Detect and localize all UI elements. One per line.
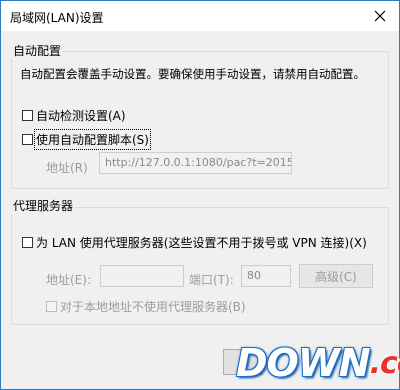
close-icon bbox=[374, 10, 386, 22]
auto-detect-checkbox[interactable]: 自动检测设置(A) bbox=[22, 107, 126, 124]
script-address-label: 地址(R) bbox=[46, 161, 88, 175]
proxy-port-input[interactable]: 80 bbox=[241, 265, 291, 287]
auto-config-description: 自动配置会覆盖手动设置。要确保使用手动设置，请禁用自动配置。 bbox=[20, 67, 365, 81]
title-bar: 局域网(LAN)设置 bbox=[1, 1, 399, 31]
use-proxy-checkbox[interactable]: 为 LAN 使用代理服务器(这些设置不用于拨号或 VPN 连接)(X) bbox=[22, 234, 367, 251]
use-script-label: 使用自动配置脚本(S) bbox=[34, 129, 151, 150]
watermark-suffix: .cc bbox=[369, 345, 400, 381]
lan-settings-dialog: 局域网(LAN)设置 自动配置 自动配置会覆盖手动设置。要确保使用手动设置，请禁… bbox=[0, 0, 400, 390]
auto-config-group-title: 自动配置 bbox=[11, 42, 64, 59]
checkbox-box[interactable] bbox=[22, 237, 33, 248]
checkbox-box[interactable] bbox=[46, 301, 57, 312]
script-address-input[interactable]: http://127.0.0.1:1080/pac?t=2015123 bbox=[99, 152, 292, 174]
watermark-text: DOWN bbox=[236, 341, 371, 385]
use-proxy-label: 为 LAN 使用代理服务器(这些设置不用于拨号或 VPN 连接)(X) bbox=[36, 236, 367, 250]
checkbox-box[interactable] bbox=[22, 134, 33, 145]
checkbox-box[interactable] bbox=[22, 110, 33, 121]
watermark-logo: DOWN .cc bbox=[236, 336, 400, 390]
bypass-local-label: 对于本地地址不使用代理服务器(B) bbox=[60, 300, 246, 314]
proxy-address-label: 地址(E): bbox=[46, 273, 91, 287]
proxy-group-title: 代理服务器 bbox=[11, 197, 76, 214]
auto-detect-label: 自动检测设置(A) bbox=[36, 109, 126, 123]
close-button[interactable] bbox=[365, 3, 395, 29]
use-script-checkbox[interactable]: 使用自动配置脚本(S) bbox=[22, 129, 151, 150]
window-title: 局域网(LAN)设置 bbox=[10, 11, 104, 25]
proxy-port-label: 端口(T): bbox=[189, 273, 234, 287]
advanced-button[interactable]: 高级(C) bbox=[299, 264, 373, 288]
bypass-local-checkbox[interactable]: 对于本地地址不使用代理服务器(B) bbox=[46, 298, 246, 315]
proxy-address-input[interactable] bbox=[100, 265, 184, 287]
